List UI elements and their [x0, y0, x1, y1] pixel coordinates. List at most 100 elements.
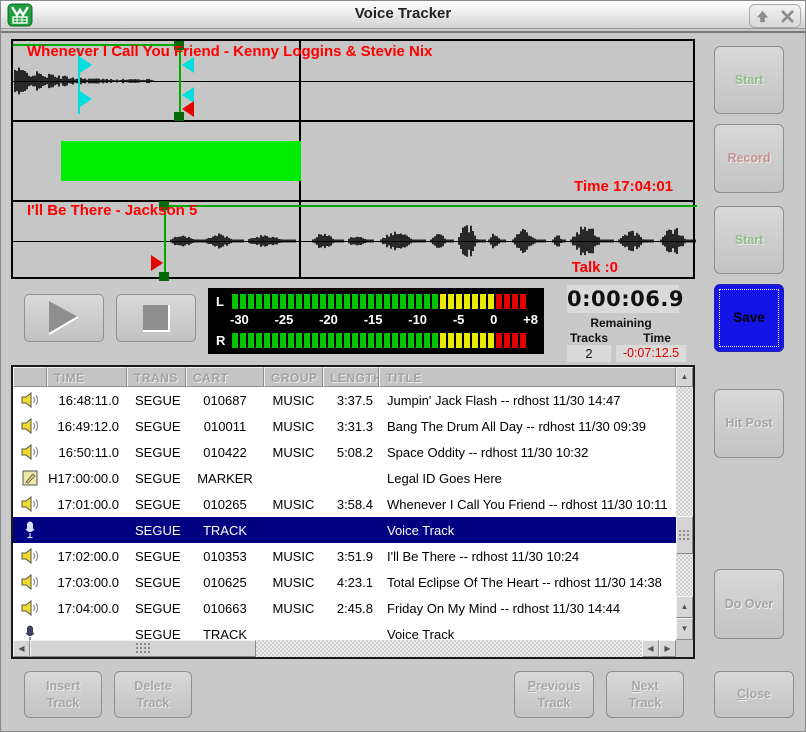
column-header-trans[interactable]: TRANS	[127, 367, 186, 387]
table-row[interactable]: 16:49:12.0SEGUE010011MUSIC3:31.3Bang The…	[13, 413, 676, 439]
scroll-left2-icon[interactable]: ◀	[642, 640, 659, 657]
column-header-group[interactable]: GROUP	[264, 367, 323, 387]
row-cart: 010353	[186, 549, 264, 564]
vertical-scrollbar[interactable]: ▲ ▲ ▼	[676, 367, 693, 642]
remaining-label: Remaining	[557, 316, 685, 330]
table-row[interactable]: 17:02:00.0SEGUE010353MUSIC3:51.9I'll Be …	[13, 543, 676, 569]
talk-label: Talk :0	[413, 259, 618, 276]
play-button[interactable]	[24, 294, 104, 342]
track3-title: I'll Be There - Jackson 5	[27, 202, 197, 219]
waveform-editor[interactable]: Whenever I Call You Friend - Kenny Loggi…	[11, 39, 695, 279]
table-row[interactable]: SEGUETRACKVoice Track	[13, 517, 676, 543]
close-window-icon[interactable]	[780, 9, 795, 24]
segue-marker-icon[interactable]	[182, 101, 194, 117]
record-button[interactable]: Record	[714, 124, 784, 193]
speaker-icon	[21, 496, 39, 512]
scrollbar-corner	[676, 640, 693, 657]
row-trans: SEGUE	[127, 393, 186, 408]
meter-left-label: L	[216, 294, 232, 309]
column-header-title[interactable]: TITLE	[379, 367, 676, 387]
previous-track-button[interactable]: PreviousTrack	[514, 671, 594, 718]
track3-segue-marker-icon[interactable]	[151, 255, 163, 271]
row-length: 2:45.8	[323, 601, 377, 616]
row-time: 17:04:00.0	[47, 601, 127, 616]
vertical-scroll-thumb[interactable]	[676, 516, 693, 554]
row-length: 3:37.5	[323, 393, 377, 408]
column-header-length[interactable]: LENGTH	[323, 367, 379, 387]
speaker-icon	[21, 600, 39, 616]
play-icon	[47, 300, 81, 336]
row-length: 3:31.3	[323, 419, 377, 434]
column-header-cart[interactable]: CART	[186, 367, 264, 387]
row-cart: 010687	[186, 393, 264, 408]
row-length: 4:23.1	[323, 575, 377, 590]
row-trans: SEGUE	[127, 471, 186, 486]
remaining-tracks-value: 2	[567, 345, 611, 362]
row-type-icon	[13, 392, 47, 408]
table-row[interactable]: H17:00:00.0SEGUEMARKERLegal ID Goes Here	[13, 465, 676, 491]
meter-left-bar	[232, 294, 536, 309]
column-header-time[interactable]: TIME	[47, 367, 127, 387]
scroll-right-icon[interactable]: ▶	[659, 640, 676, 657]
hit-post-button[interactable]: Hit Post	[714, 389, 784, 458]
row-title: Space Oddity -- rdhost 11/30 10:32	[377, 445, 676, 460]
start-button-2[interactable]: Start	[714, 206, 784, 274]
next-track-button[interactable]: NextTrack	[606, 671, 684, 718]
row-cart: 010663	[186, 601, 264, 616]
row-length: 3:51.9	[323, 549, 377, 564]
do-over-button[interactable]: Do Over	[714, 569, 784, 639]
track1-title: Whenever I Call You Friend - Kenny Loggi…	[27, 43, 432, 60]
vertical-scroll-track[interactable]	[676, 387, 693, 596]
insert-track-button[interactable]: InsertTrack	[24, 671, 102, 718]
row-type-icon	[13, 470, 47, 486]
table-row[interactable]: 16:50:11.0SEGUE010422MUSIC5:08.2Space Od…	[13, 439, 676, 465]
marker-note-icon	[22, 470, 38, 486]
row-length: 3:58.4	[323, 497, 377, 512]
shade-window-icon[interactable]	[755, 9, 770, 24]
row-type-icon	[13, 496, 47, 512]
scroll-down-icon[interactable]: ▼	[676, 618, 693, 640]
scroll-up2-icon[interactable]: ▲	[676, 596, 693, 618]
horizontal-scrollbar[interactable]: ◀ ◀ ▶	[13, 640, 676, 657]
column-header-icon[interactable]	[13, 367, 47, 387]
title-bar[interactable]: Voice Tracker	[1, 1, 805, 29]
row-time: 17:02:00.0	[47, 549, 127, 564]
track3-marker-handle-bottom[interactable]	[159, 272, 169, 281]
row-cart: 010422	[186, 445, 264, 460]
remaining-time-label: Time	[629, 331, 685, 345]
table-row[interactable]: 17:04:00.0SEGUE010663MUSIC2:45.8Friday O…	[13, 595, 676, 621]
scroll-up-icon[interactable]: ▲	[676, 367, 693, 387]
row-group: MUSIC	[264, 445, 323, 460]
voice-tracker-window: Voice Tracker Whenever I Call You Friend…	[0, 0, 806, 732]
table-header: TIME TRANS CART GROUP LENGTH TITLE	[13, 367, 676, 387]
table-row[interactable]: 17:03:00.0SEGUE010625MUSIC4:23.1Total Ec…	[13, 569, 676, 595]
voice-track-block[interactable]	[61, 141, 301, 181]
table-row[interactable]: 16:48:11.0SEGUE010687MUSIC3:37.5Jumpin' …	[13, 387, 676, 413]
row-title: Bang The Drum All Day -- rdhost 11/30 09…	[377, 419, 676, 434]
row-type-icon	[13, 418, 47, 434]
remaining-time-value: -0:07:12.5	[616, 345, 686, 362]
time-label: Time 17:04:01	[574, 178, 673, 195]
fade-down-marker-icon[interactable]	[80, 91, 92, 107]
window-separator	[1, 31, 805, 33]
track1-zero-axis	[13, 81, 693, 82]
start-button-1[interactable]: Start	[714, 46, 784, 114]
save-button[interactable]: Save	[714, 284, 784, 352]
row-type-icon	[13, 444, 47, 460]
row-type-icon	[13, 521, 47, 539]
table-row[interactable]: SEGUETRACKVoice Track	[13, 621, 676, 642]
delete-track-button[interactable]: DeleteTrack	[114, 671, 192, 718]
row-cart: 010625	[186, 575, 264, 590]
table-row[interactable]: 17:01:00.0SEGUE010265MUSIC3:58.4Whenever…	[13, 491, 676, 517]
row-trans: SEGUE	[127, 497, 186, 512]
close-button[interactable]: Close	[714, 671, 794, 718]
row-title: I'll Be There -- rdhost 11/30 10:24	[377, 549, 676, 564]
row-time: 17:01:00.0	[47, 497, 127, 512]
row-cart: TRACK	[186, 523, 264, 538]
row-cart: 010011	[186, 419, 264, 434]
horizontal-scroll-thumb[interactable]	[30, 640, 256, 657]
row-time: 16:50:11.0	[47, 445, 127, 460]
track-divider-1	[13, 120, 693, 122]
stop-button[interactable]	[116, 294, 196, 342]
scroll-left-icon[interactable]: ◀	[13, 640, 30, 657]
